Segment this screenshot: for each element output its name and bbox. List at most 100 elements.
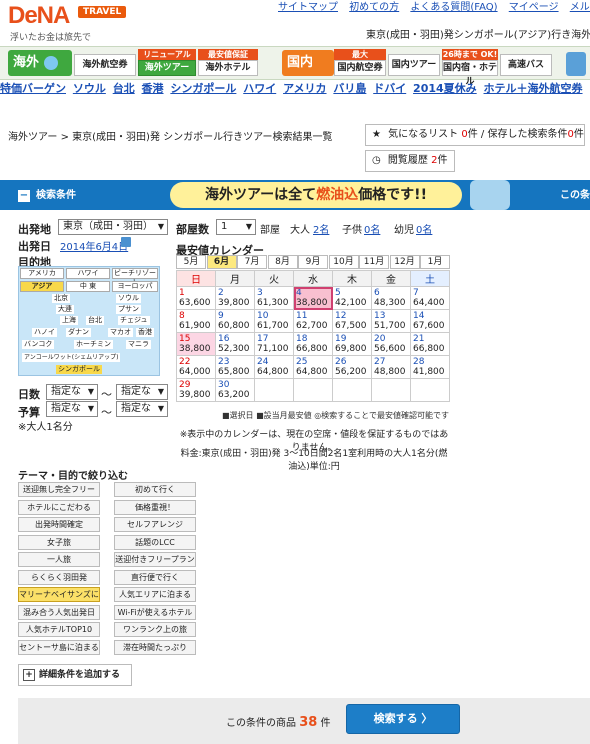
map-city-hanoi[interactable]: ハノイ — [32, 328, 57, 337]
month-tab[interactable]: 1月 — [420, 255, 450, 269]
region-tab-asia[interactable]: アジア — [20, 281, 64, 292]
calendar-day-cell[interactable]: 20 56,600 — [371, 332, 411, 356]
theme-button[interactable]: Wi-Fiが使えるホテル — [114, 604, 196, 620]
top-link-first-time[interactable]: 初めての方 — [349, 2, 399, 13]
theme-button[interactable]: セントーサ島に泊まる — [18, 639, 100, 655]
calendar-day-cell[interactable]: 27 48,800 — [371, 355, 411, 379]
city-link-singapore[interactable]: シンガポール — [170, 82, 236, 95]
city-link-bali[interactable]: バリ島 — [333, 82, 366, 95]
calendar-day-cell[interactable]: 11 62,700 — [293, 309, 333, 333]
tab-highway-bus[interactable]: 高速バス — [500, 54, 552, 76]
theme-button[interactable]: 価格重視！ — [114, 499, 196, 515]
map-city-bangkok[interactable]: バンコク — [22, 340, 55, 349]
calendar-day-cell[interactable]: 13 51,700 — [371, 309, 411, 333]
calendar-day-cell[interactable]: 26 56,200 — [332, 355, 372, 379]
month-tab[interactable]: 5月 — [176, 255, 206, 269]
city-link-seoul[interactable]: ソウル — [73, 82, 106, 95]
theme-button[interactable]: 出発時間確定 — [18, 517, 100, 532]
city-link-summer[interactable]: 2014夏休み — [413, 82, 477, 95]
calendar-day-cell[interactable]: 6 48,300 — [371, 286, 411, 310]
theme-button[interactable]: ワンランク上の旅 — [114, 622, 196, 637]
top-link-sitemap[interactable]: サイトマップ — [278, 2, 338, 13]
overseas-block[interactable]: 海外 — [8, 50, 72, 76]
city-link-dubai[interactable]: ドバイ — [373, 82, 406, 95]
calendar-day-cell[interactable]: 14 67,600 — [410, 309, 450, 333]
calendar-day-cell[interactable]: 19 69,800 — [332, 332, 372, 356]
calendar-day-cell[interactable]: 29 39,800 — [176, 378, 216, 402]
map-city-beijing[interactable]: 北京 — [52, 294, 70, 303]
map-city-taipei[interactable]: 台北 — [86, 316, 104, 325]
map-city-manila[interactable]: マニラ — [126, 340, 151, 349]
calendar-day-cell[interactable]: 18 66,800 — [293, 332, 333, 356]
history-button[interactable]: ◷ 閲覧履歴 2件 — [365, 150, 455, 172]
tab-overseas-flights[interactable]: 海外航空券 — [74, 54, 136, 76]
date-link[interactable]: 2014年6月4日 — [60, 238, 128, 253]
region-tab-america[interactable]: アメリカ — [20, 268, 64, 279]
theme-button[interactable]: 直行便で行く — [114, 569, 196, 585]
region-tab-europe[interactable]: ヨーロッパ — [112, 281, 158, 292]
calendar-day-cell[interactable]: 2 39,800 — [215, 286, 255, 310]
city-link-taipei[interactable]: 台北 — [113, 82, 135, 95]
calendar-day-cell[interactable]: 4 38,800 — [293, 286, 333, 310]
theme-button[interactable]: 混み合う人気出発日 — [18, 604, 100, 620]
month-tab[interactable]: 6月 — [206, 255, 237, 269]
tab-domestic-tours[interactable]: 国内ツアー — [388, 54, 440, 76]
map-city-seoul[interactable]: ソウル — [116, 294, 141, 303]
theme-button[interactable]: セルフアレンジ — [114, 517, 196, 532]
map-city-singapore[interactable]: シンガポール — [56, 365, 102, 374]
children-link[interactable]: 0名 — [364, 221, 380, 236]
user-icon[interactable] — [566, 52, 586, 76]
calendar-day-cell[interactable]: 9 60,800 — [215, 309, 255, 333]
tab-domestic-hotels[interactable]: 国内宿・ホテル — [442, 60, 498, 87]
theme-button[interactable]: 人気ホテルTOP10 — [18, 622, 100, 637]
tab-overseas-tours[interactable]: 海外ツアー — [138, 60, 196, 76]
map-city-hochiminh[interactable]: ホーチミン — [74, 340, 113, 349]
add-condition-button[interactable]: + 詳細条件を追加する — [18, 664, 132, 686]
domestic-block[interactable]: 国内 — [282, 50, 334, 76]
theme-button[interactable]: 人気エリアに泊まる — [114, 587, 196, 602]
city-link-bargain[interactable]: 特価バーゲン — [0, 82, 66, 95]
calendar-day-cell[interactable]: 24 64,800 — [254, 355, 294, 379]
breadcrumb-parent[interactable]: 海外ツアー — [8, 132, 57, 143]
calendar-day-cell[interactable]: 8 61,900 — [176, 309, 216, 333]
month-tab[interactable]: 10月 — [328, 255, 359, 269]
city-link-hawaii[interactable]: ハワイ — [243, 82, 276, 95]
city-link-hotel-flight[interactable]: ホテル＋海外航空券 — [484, 82, 583, 95]
theme-button[interactable]: 送迎無し完全フリー — [18, 482, 100, 497]
map-city-busan[interactable]: プサン — [116, 305, 141, 314]
region-tab-middle-east[interactable]: 中 東 — [66, 281, 110, 292]
top-link-mailmag[interactable]: メルマガ — [570, 2, 590, 13]
calendar-day-cell[interactable]: 23 65,800 — [215, 355, 255, 379]
map-city-hongkong[interactable]: 香港 — [136, 328, 154, 337]
budget-to-select[interactable]: 指定な — [116, 401, 168, 417]
adults-link[interactable]: 2名 — [313, 221, 329, 236]
month-tab[interactable]: 9月 — [298, 255, 328, 269]
theme-button[interactable]: 一人旅 — [18, 552, 100, 567]
departure-select[interactable]: 東京（成田・羽田） — [58, 219, 168, 235]
calendar-day-cell[interactable]: 5 42,100 — [332, 286, 372, 310]
search-toggle[interactable]: − 検索条件 — [18, 186, 76, 202]
days-from-select[interactable]: 指定な — [46, 384, 98, 400]
calendar-icon[interactable] — [121, 237, 131, 247]
calendar-day-cell[interactable]: 28 41,800 — [410, 355, 450, 379]
theme-button[interactable]: ホテルにこだわる — [18, 499, 100, 515]
calendar-day-cell[interactable]: 12 67,500 — [332, 309, 372, 333]
map-city-jeju[interactable]: チェジュ — [118, 316, 150, 325]
map-city-angkor[interactable]: アンコールワット(シェムリアップ) — [22, 353, 121, 362]
tab-overseas-hotels[interactable]: 海外ホテル — [198, 60, 258, 76]
calendar-day-cell[interactable]: 7 64,400 — [410, 286, 450, 310]
top-link-faq[interactable]: よくある質問(FAQ) — [410, 2, 497, 13]
budget-from-select[interactable]: 指定な — [46, 401, 98, 417]
map-city-shanghai[interactable]: 上海 — [60, 316, 78, 325]
calendar-day-cell[interactable]: 15 38,800 — [176, 332, 216, 356]
city-link-america[interactable]: アメリカ — [283, 82, 326, 95]
month-tab[interactable]: 8月 — [267, 255, 298, 269]
rooms-select[interactable]: 1 — [216, 219, 256, 235]
infants-link[interactable]: 0名 — [416, 221, 432, 236]
theme-button[interactable]: マリーナベイサンズに泊まる — [18, 587, 100, 602]
calendar-day-cell[interactable]: 21 66,800 — [410, 332, 450, 356]
map-city-dalian[interactable]: 大連 — [56, 305, 74, 314]
top-link-mypage[interactable]: マイページ — [509, 2, 559, 13]
dena-logo[interactable]: DeNA — [8, 2, 70, 30]
theme-button[interactable]: 女子旅 — [18, 534, 100, 550]
